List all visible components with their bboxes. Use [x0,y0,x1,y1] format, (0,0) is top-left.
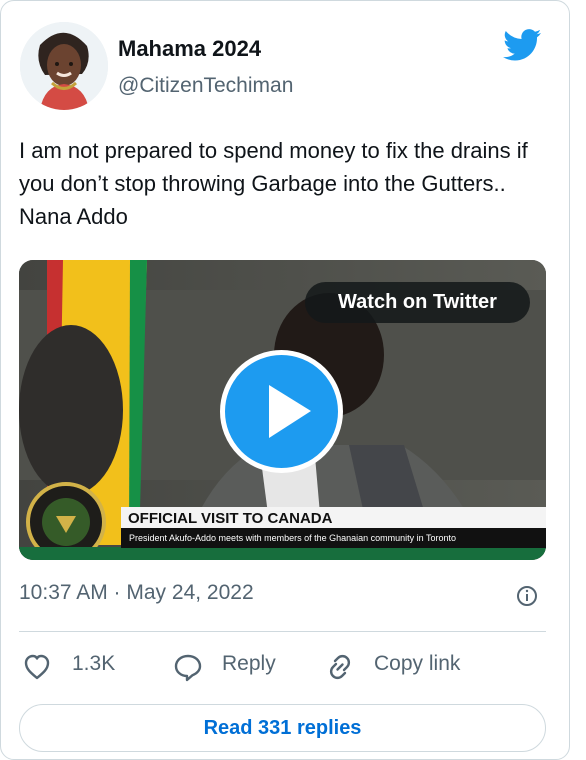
video-lower-third-title: OFFICIAL VISIT TO CANADA [128,510,333,527]
tweet-text: I am not prepared to spend money to fix … [19,138,528,229]
avatar[interactable] [20,22,108,110]
copy-link-label[interactable]: Copy link [374,652,460,676]
video-lower-third-subtitle: President Akufo-Addo meets with members … [121,528,546,548]
like-count[interactable]: 1.3K [72,652,115,676]
play-button[interactable] [220,350,343,473]
reply-icon[interactable] [172,651,204,683]
twitter-bird-icon[interactable] [503,28,543,62]
timestamp[interactable]: 10:37 AM · May 24, 2022 [19,581,254,605]
user-handle[interactable]: @CitizenTechiman [118,74,293,98]
divider [19,631,546,632]
play-icon [269,385,311,438]
heart-icon[interactable] [21,651,53,683]
read-replies-label: Read 331 replies [203,716,362,739]
display-name[interactable]: Mahama 2024 [118,36,261,62]
reply-label[interactable]: Reply [222,652,276,676]
info-icon[interactable] [516,585,538,607]
read-replies-button[interactable]: Read 331 replies [19,704,546,752]
watch-on-twitter-button[interactable]: Watch on Twitter [305,282,530,323]
link-icon[interactable] [324,651,356,683]
